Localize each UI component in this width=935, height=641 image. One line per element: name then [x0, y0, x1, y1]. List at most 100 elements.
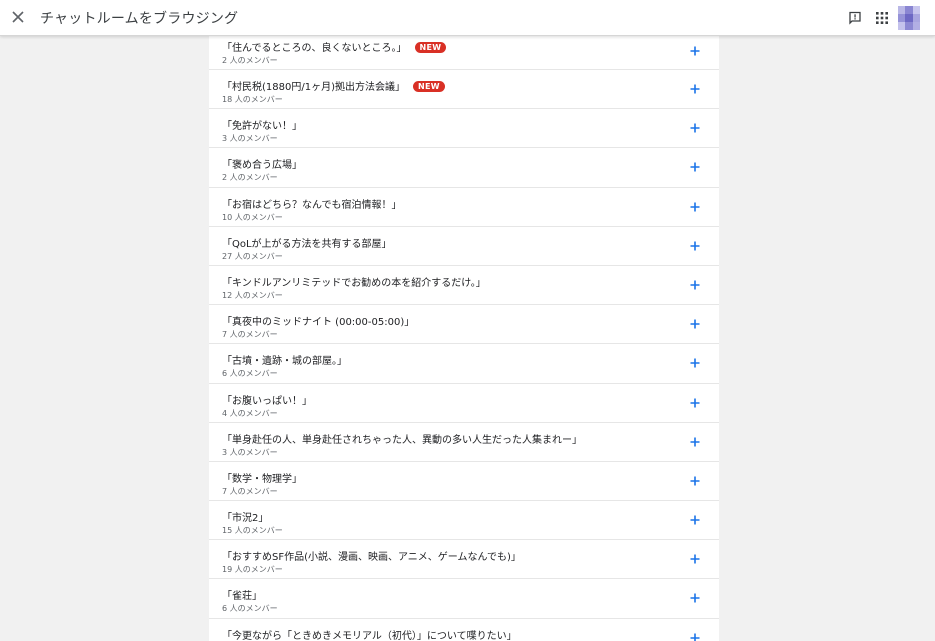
- room-name-text: 「QoLが上がる方法を共有する部屋」: [222, 238, 392, 250]
- join-room-button[interactable]: [687, 159, 703, 175]
- plus-icon: [690, 162, 700, 172]
- room-name-text: 「村民税(1880円/1ヶ月)拠出方法会議」: [222, 82, 405, 93]
- join-room-button[interactable]: [687, 590, 703, 606]
- plus-icon: [690, 123, 700, 133]
- avatar-pixel: [905, 22, 913, 30]
- new-badge: NEW: [412, 81, 445, 92]
- room-name: 「今更ながら「ときめきメモリアル（初代）」について喋りたい」: [222, 627, 517, 641]
- room-row[interactable]: 「お腹いっぱい！」 4 人のメンバー: [209, 384, 719, 423]
- member-count: 6 人のメンバー: [222, 369, 278, 379]
- room-name-text: 「おすすめSF作品(小説、漫画、映画、アニメ、ゲームなんでも)」: [222, 552, 521, 564]
- plus-icon: [690, 554, 700, 564]
- feedback-icon: [849, 11, 861, 25]
- room-name-text: 「住んでるところの、良くないところ。」: [222, 43, 407, 54]
- avatar-pixel: [912, 6, 920, 14]
- room-name-text: 「単身赴任の人、単身赴任されちゃった人、異動の多い人生だった人集まれー」: [222, 434, 582, 446]
- room-name: 「お腹いっぱい！」: [222, 392, 312, 407]
- member-count: 10 人のメンバー: [222, 212, 283, 222]
- room-row[interactable]: 「QoLが上がる方法を共有する部屋」 27 人のメンバー: [209, 227, 719, 266]
- plus-icon: [690, 358, 700, 368]
- join-room-button[interactable]: [687, 512, 703, 528]
- join-room-button[interactable]: [687, 355, 703, 371]
- apps-grid-icon: [876, 12, 888, 24]
- member-count: 7 人のメンバー: [222, 330, 278, 340]
- room-row[interactable]: 「褒め合う広場」 2 人のメンバー: [209, 148, 719, 188]
- room-row[interactable]: 「村民税(1880円/1ヶ月)拠出方法会議」 NEW 18 人のメンバー: [209, 70, 719, 110]
- join-room-button[interactable]: [687, 238, 703, 254]
- room-row[interactable]: 「免許がない！」 3 人のメンバー: [209, 109, 719, 149]
- room-row[interactable]: 「雀荘」 6 人のメンバー: [209, 579, 719, 619]
- avatar-pixel: [912, 14, 920, 22]
- top-app-bar: チャットルームをブラウジング: [0, 0, 935, 36]
- avatar-pixel: [912, 22, 920, 30]
- room-row[interactable]: 「古墳・遺跡・城の部屋。」 6 人のメンバー: [209, 344, 719, 384]
- join-room-button[interactable]: [687, 630, 703, 641]
- account-avatar[interactable]: [898, 6, 920, 30]
- room-name-text: 「キンドルアンリミテッドでお勧めの本を紹介するだけ。」: [222, 277, 486, 289]
- plus-icon: [690, 515, 700, 525]
- join-room-button[interactable]: [687, 120, 703, 136]
- join-room-button[interactable]: [687, 473, 703, 489]
- plus-icon: [690, 84, 700, 94]
- room-name-text: 「今更ながら「ときめきメモリアル（初代）」について喋りたい」: [222, 630, 517, 641]
- member-count: 12 人のメンバー: [222, 290, 283, 300]
- room-name-text: 「お腹いっぱい！」: [222, 395, 312, 407]
- apps-button[interactable]: [873, 9, 891, 27]
- member-count: 7 人のメンバー: [222, 486, 278, 496]
- plus-icon: [690, 437, 700, 447]
- plus-icon: [690, 319, 700, 329]
- member-count: 2 人のメンバー: [222, 173, 278, 183]
- room-name: 「住んでるところの、良くないところ。」 NEW: [222, 39, 447, 54]
- room-name: 「数学・物理学」: [222, 470, 302, 485]
- room-row[interactable]: 「市況2」 15 人のメンバー: [209, 501, 719, 541]
- feedback-button[interactable]: [846, 9, 864, 27]
- close-icon: [12, 11, 24, 23]
- new-badge: NEW: [414, 42, 447, 53]
- room-row[interactable]: 「今更ながら「ときめきメモリアル（初代）」について喋りたい」: [209, 619, 719, 641]
- room-name: 「褒め合う広場」: [222, 156, 302, 171]
- member-count: 15 人のメンバー: [222, 526, 283, 536]
- room-row[interactable]: 「お宿はどちら？なんでも宿泊情報！」 10 人のメンバー: [209, 188, 719, 227]
- join-room-button[interactable]: [687, 199, 703, 215]
- room-name: 「免許がない！」: [222, 117, 302, 132]
- room-name-text: 「真夜中のミッドナイト (00:00-05:00)」: [222, 317, 415, 329]
- room-row[interactable]: 「数学・物理学」 7 人のメンバー: [209, 462, 719, 502]
- member-count: 4 人のメンバー: [222, 408, 278, 418]
- room-name: 「村民税(1880円/1ヶ月)拠出方法会議」 NEW: [222, 78, 445, 93]
- room-row[interactable]: 「真夜中のミッドナイト (00:00-05:00)」 7 人のメンバー: [209, 305, 719, 345]
- room-name-text: 「市況2」: [222, 513, 269, 525]
- plus-icon: [690, 476, 700, 486]
- room-name: 「雀荘」: [222, 587, 262, 602]
- plus-icon: [690, 398, 700, 407]
- room-row[interactable]: 「単身赴任の人、単身赴任されちゃった人、異動の多い人生だった人集まれー」 3 人の…: [209, 423, 719, 462]
- join-room-button[interactable]: [687, 316, 703, 332]
- plus-icon: [690, 633, 700, 641]
- avatar-pixel: [898, 14, 906, 22]
- chat-room-list: 「住んでるところの、良くないところ。」 NEW 2 人のメンバー 「村民税(1880円…: [209, 36, 719, 641]
- room-name: 「おすすめSF作品(小説、漫画、映画、アニメ、ゲームなんでも)」: [222, 548, 521, 563]
- room-row[interactable]: 「おすすめSF作品(小説、漫画、映画、アニメ、ゲームなんでも)」 19 人のメンバ…: [209, 540, 719, 580]
- room-name: 「キンドルアンリミテッドでお勧めの本を紹介するだけ。」: [222, 274, 486, 289]
- room-name: 「真夜中のミッドナイト (00:00-05:00)」: [222, 313, 414, 328]
- join-room-button[interactable]: [687, 277, 703, 293]
- room-name: 「単身赴任の人、単身赴任されちゃった人、異動の多い人生だった人集まれー」: [222, 431, 582, 446]
- room-row[interactable]: 「住んでるところの、良くないところ。」 NEW 2 人のメンバー: [209, 36, 719, 70]
- join-room-button[interactable]: [687, 43, 703, 59]
- room-row[interactable]: 「キンドルアンリミテッドでお勧めの本を紹介するだけ。」 12 人のメンバー: [209, 266, 719, 306]
- room-name: 「古墳・遺跡・城の部屋。」: [222, 352, 347, 367]
- plus-icon: [690, 280, 700, 290]
- plus-icon: [690, 46, 700, 56]
- room-name-text: 「古墳・遺跡・城の部屋。」: [222, 356, 347, 368]
- join-room-button[interactable]: [687, 81, 703, 97]
- join-room-button[interactable]: [687, 551, 703, 567]
- join-room-button[interactable]: [687, 434, 703, 450]
- close-button[interactable]: [8, 7, 28, 27]
- avatar-pixel: [905, 6, 913, 14]
- room-name-text: 「お宿はどちら？なんでも宿泊情報！」: [222, 199, 402, 211]
- join-room-button[interactable]: [687, 395, 703, 411]
- room-name: 「お宿はどちら？なんでも宿泊情報！」: [222, 196, 402, 211]
- member-count: 18 人のメンバー: [222, 95, 283, 104]
- room-name-text: 「雀荘」: [222, 591, 262, 603]
- room-name: 「市況2」: [222, 509, 268, 524]
- room-name-text: 「免許がない！」: [222, 121, 302, 133]
